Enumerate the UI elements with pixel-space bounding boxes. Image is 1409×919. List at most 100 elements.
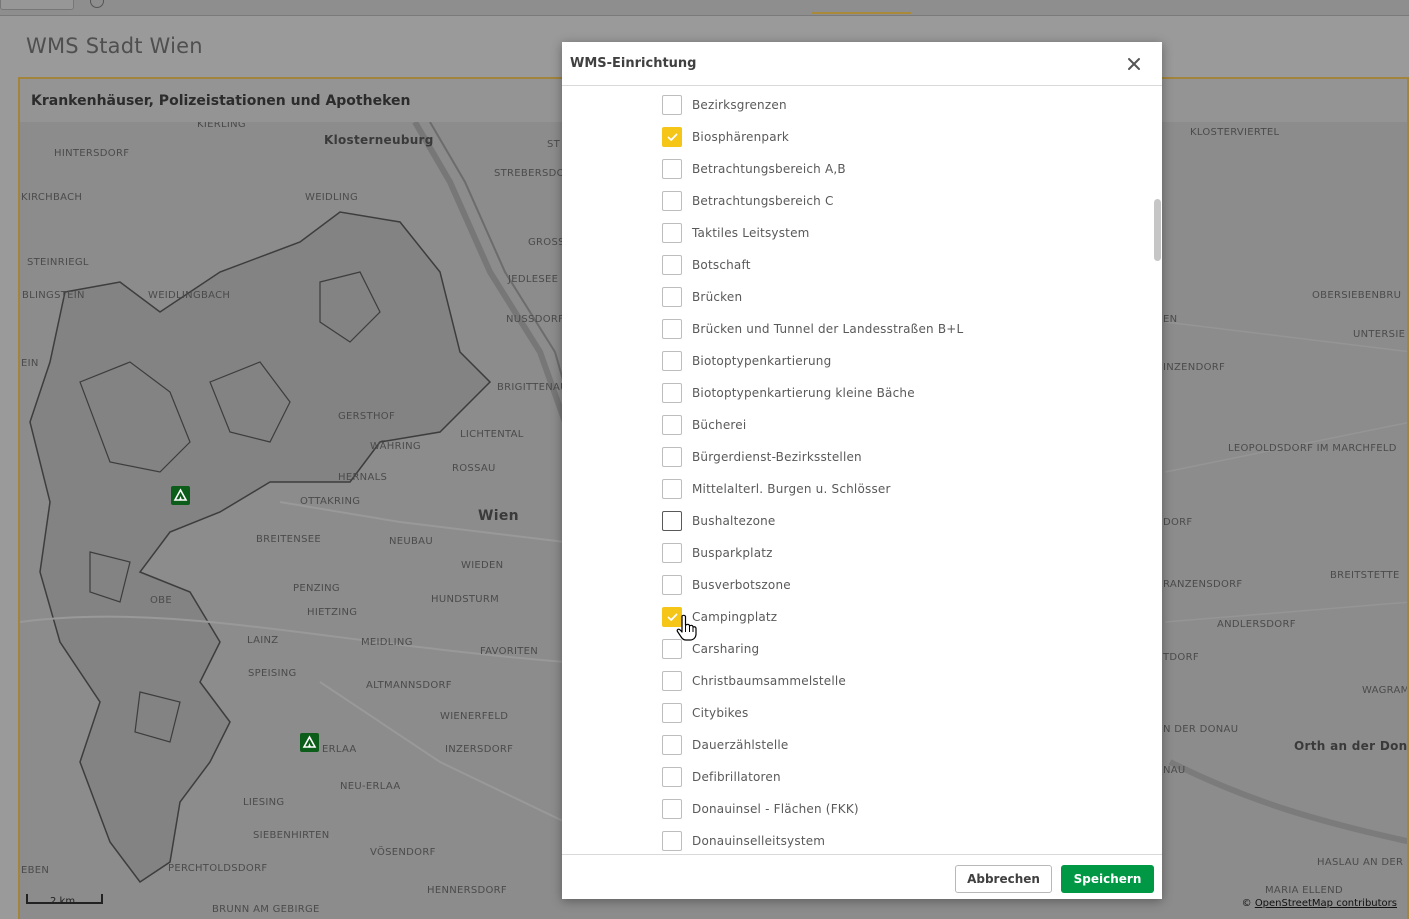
layer-checkbox[interactable] bbox=[662, 735, 682, 755]
map-label: NUSSDORF bbox=[506, 314, 565, 325]
map-label: HASLAU AN DER bbox=[1317, 857, 1404, 868]
layer-option[interactable]: Bezirksgrenzen bbox=[662, 93, 787, 117]
map-label: ST bbox=[547, 139, 561, 150]
layer-checkbox[interactable] bbox=[662, 223, 682, 243]
layer-checkbox[interactable] bbox=[662, 575, 682, 595]
save-button[interactable]: Speichern bbox=[1061, 865, 1154, 893]
map-label: N DER DONAU bbox=[1163, 724, 1239, 735]
layer-checkbox[interactable] bbox=[662, 703, 682, 723]
map-label: EN bbox=[1163, 314, 1178, 325]
layer-checkbox[interactable] bbox=[662, 159, 682, 179]
map-label: JEDLESEE bbox=[508, 274, 559, 285]
layer-label: Bücherei bbox=[692, 418, 747, 432]
map-label: UNTERSIE bbox=[1353, 329, 1406, 340]
attribution-prefix: © bbox=[1241, 898, 1255, 909]
map-label: BLINGSTEIN bbox=[22, 290, 85, 301]
layer-option[interactable]: Taktiles Leitsystem bbox=[662, 221, 810, 245]
layer-option[interactable]: Betrachtungsbereich C bbox=[662, 189, 834, 213]
layer-checkbox[interactable] bbox=[662, 191, 682, 211]
campsite-marker[interactable] bbox=[171, 486, 190, 505]
map-label: ALTMANNSDORF bbox=[366, 680, 452, 691]
layer-checkbox[interactable] bbox=[662, 767, 682, 787]
scale-label: 2 km bbox=[50, 896, 76, 907]
layer-checkbox[interactable] bbox=[662, 799, 682, 819]
map-label: OTTAKRING bbox=[300, 496, 361, 507]
dialog-header: WMS-Einrichtung bbox=[562, 42, 1162, 86]
cancel-button[interactable]: Abbrechen bbox=[955, 865, 1052, 893]
map-label: Orth an der Donau bbox=[1294, 739, 1407, 753]
map-label: NAU bbox=[1163, 765, 1186, 776]
layer-checkbox[interactable] bbox=[662, 831, 682, 851]
map-label: BREITSTETTE bbox=[1330, 570, 1400, 581]
layer-checkbox[interactable] bbox=[662, 511, 682, 531]
layer-option[interactable]: Defibrillatoren bbox=[662, 765, 781, 789]
layer-checkbox[interactable] bbox=[662, 415, 682, 435]
map-label: ROSSAU bbox=[452, 463, 496, 474]
layer-option[interactable]: Bücherei bbox=[662, 413, 746, 437]
layer-option[interactable]: Brücken und Tunnel der Landesstraßen B+L bbox=[662, 317, 963, 341]
map-label: LIESING bbox=[243, 797, 285, 808]
layer-option[interactable]: Bushaltezone bbox=[662, 509, 776, 533]
layer-option[interactable]: Busverbotszone bbox=[662, 573, 791, 597]
map-label: INZENDORF bbox=[1163, 362, 1226, 373]
layer-label: Bushaltezone bbox=[692, 514, 776, 528]
layer-option[interactable]: Botschaft bbox=[662, 253, 751, 277]
layer-checkbox[interactable] bbox=[662, 319, 682, 339]
map-label: KLOSTERVIERTEL bbox=[1190, 127, 1280, 138]
map-label: OBE bbox=[150, 595, 172, 606]
layer-label: Donauinsel - Flächen (FKK) bbox=[692, 802, 859, 816]
layer-label: Betrachtungsbereich C bbox=[692, 194, 834, 208]
layer-checkbox[interactable] bbox=[662, 447, 682, 467]
layer-checkbox[interactable] bbox=[662, 95, 682, 115]
layer-label: Donauinselleitsystem bbox=[692, 834, 826, 848]
map-label: LAINZ bbox=[247, 635, 279, 646]
layer-option[interactable]: Mittelalterl. Burgen u. Schlösser bbox=[662, 477, 891, 501]
layer-option[interactable]: Christbaumsammelstelle bbox=[662, 669, 846, 693]
map-label: PENZING bbox=[293, 583, 340, 594]
layer-option[interactable]: Biotoptypenkartierung kleine Bäche bbox=[662, 381, 915, 405]
layer-option[interactable]: Donauinsel - Flächen (FKK) bbox=[662, 797, 859, 821]
map-label: BRUNN AM GEBIRGE bbox=[212, 904, 320, 915]
layer-checkbox[interactable] bbox=[662, 287, 682, 307]
map-label: PERCHTOLDSDORF bbox=[168, 863, 268, 874]
top-toolbar bbox=[0, 0, 1409, 16]
map-label: BRIGITTENAU bbox=[497, 382, 568, 393]
layer-option[interactable]: Citybikes bbox=[662, 701, 748, 725]
layer-checkbox[interactable] bbox=[662, 479, 682, 499]
map-label: RANZENSDORF bbox=[1163, 579, 1243, 590]
layer-option[interactable]: Biosphärenpark bbox=[662, 125, 789, 149]
layer-option[interactable]: Dauerzählstelle bbox=[662, 733, 789, 757]
scrollbar-thumb[interactable] bbox=[1154, 199, 1161, 261]
map-label: HERNALS bbox=[338, 472, 388, 483]
map-label: SPEISING bbox=[248, 668, 297, 679]
layer-label: Citybikes bbox=[692, 706, 749, 720]
toolbar-button[interactable] bbox=[0, 0, 74, 10]
close-button[interactable] bbox=[1125, 55, 1143, 73]
layer-option[interactable]: Biotoptypenkartierung bbox=[662, 349, 831, 373]
layer-checkbox[interactable] bbox=[662, 351, 682, 371]
attribution-link[interactable]: OpenStreetMap contributors bbox=[1255, 898, 1397, 909]
map-label: ANDLERSDORF bbox=[1217, 619, 1296, 630]
campsite-marker[interactable] bbox=[300, 733, 319, 752]
layer-checkbox[interactable] bbox=[662, 127, 682, 147]
toolbar-icon[interactable] bbox=[90, 0, 104, 8]
map-label: BREITENSEE bbox=[256, 534, 321, 545]
layer-option[interactable]: Busparkplatz bbox=[662, 541, 773, 565]
layer-checkbox[interactable] bbox=[662, 671, 682, 691]
layer-label: Busparkplatz bbox=[692, 546, 773, 560]
layer-list[interactable]: Bezirksgrenzen Biosphärenpark Betrachtungs… bbox=[562, 86, 1162, 854]
map-label: KIRCHBACH bbox=[21, 192, 83, 203]
map-label: EIN bbox=[21, 358, 39, 369]
layer-label: Betrachtungsbereich A,B bbox=[692, 162, 846, 176]
layer-option[interactable]: Donauinselleitsystem bbox=[662, 829, 825, 853]
layer-checkbox[interactable] bbox=[662, 255, 682, 275]
dialog-title: WMS-Einrichtung bbox=[570, 56, 697, 71]
layer-label: Carsharing bbox=[692, 642, 760, 656]
layer-checkbox[interactable] bbox=[662, 543, 682, 563]
layer-checkbox[interactable] bbox=[662, 639, 682, 659]
layer-option[interactable]: Betrachtungsbereich A,B bbox=[662, 157, 846, 181]
layer-option[interactable]: Bürgerdienst-Bezirksstellen bbox=[662, 445, 862, 469]
layer-option[interactable]: Brücken bbox=[662, 285, 742, 309]
map-label: TDORF bbox=[1163, 652, 1199, 663]
layer-checkbox[interactable] bbox=[662, 383, 682, 403]
